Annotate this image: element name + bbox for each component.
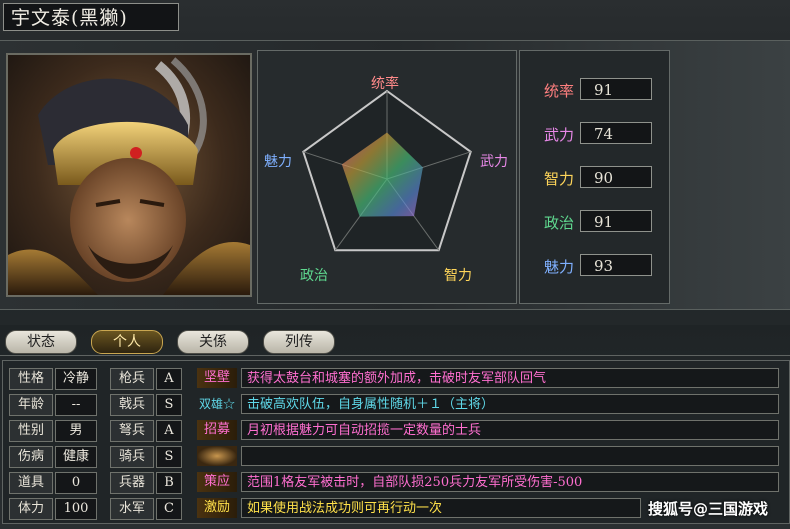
aptitude-label: 兵器 <box>110 472 154 494</box>
aptitude-grade: A <box>156 368 182 390</box>
personal-value: 男 <box>55 420 97 442</box>
aptitude-label: 戟兵 <box>110 394 154 416</box>
skill-name[interactable]: 招募 <box>197 420 237 440</box>
skill-name[interactable]: 激励 <box>197 498 237 518</box>
stat-value: 91 <box>580 78 652 100</box>
personal-value: 100 <box>55 498 97 520</box>
stat-row-intelligence: 智力 90 <box>520 166 669 190</box>
personal-value: 0 <box>55 472 97 494</box>
tab-relations[interactable]: 关係 <box>177 330 249 354</box>
radar-label-leadership: 统率 <box>371 76 399 92</box>
personal-label: 道具 <box>9 472 53 494</box>
attribute-stats-panel: 统率 91 武力 74 智力 90 政治 91 魅力 93 <box>519 50 670 304</box>
stat-value: 93 <box>580 254 652 276</box>
radar-label-intelligence: 智力 <box>444 268 472 284</box>
stat-row-charisma: 魅力 93 <box>520 254 669 278</box>
tab-divider <box>0 355 790 356</box>
skill-name[interactable]: 双雄☆ <box>197 394 237 414</box>
empty-skill-slot[interactable] <box>197 446 237 466</box>
radar-label-politics: 政治 <box>300 268 328 284</box>
portrait-illustration <box>8 57 250 295</box>
stat-label: 政治 <box>544 214 575 232</box>
radar-label-charisma: 魅力 <box>264 154 292 170</box>
personal-label: 伤病 <box>9 446 53 468</box>
tab-personal[interactable]: 个人 <box>91 330 163 354</box>
stat-value: 90 <box>580 166 652 188</box>
personal-value: -- <box>55 394 97 416</box>
personal-value: 冷静 <box>55 368 97 390</box>
stat-row-politics: 政治 91 <box>520 210 669 234</box>
personal-label: 体力 <box>9 498 53 520</box>
aptitude-label: 枪兵 <box>110 368 154 390</box>
officer-name-title: 宇文泰(黑獭) <box>3 3 179 31</box>
aptitude-grade: C <box>156 498 182 520</box>
aptitude-label: 骑兵 <box>110 446 154 468</box>
stat-row-leadership: 统率 91 <box>520 78 669 102</box>
aptitude-grade: S <box>156 394 182 416</box>
stat-label: 武力 <box>544 126 575 144</box>
stat-row-war: 武力 74 <box>520 122 669 146</box>
skill-description: 范围1格友军被击时，自部队损250兵力友军所受伤害-500 <box>241 472 779 492</box>
aptitude-grade: S <box>156 446 182 468</box>
stat-label: 统率 <box>544 82 575 100</box>
personal-label: 性格 <box>9 368 53 390</box>
skill-description: 如果使用战法成功则可再行动一次 <box>241 498 641 518</box>
officer-portrait <box>6 53 252 297</box>
skill-description <box>241 446 779 466</box>
personal-label: 性别 <box>9 420 53 442</box>
skill-name[interactable]: 坚壁 <box>197 368 237 388</box>
stat-value: 91 <box>580 210 652 232</box>
aptitude-grade: B <box>156 472 182 494</box>
skill-description: 击破高欢队伍，自身属性随机＋１（主将） <box>241 394 779 414</box>
stat-label: 魅力 <box>544 258 575 276</box>
skill-name[interactable]: 策应 <box>197 472 237 492</box>
tab-status[interactable]: 状态 <box>5 330 77 354</box>
watermark-text: 搜狐号@三国游戏 <box>648 500 769 518</box>
stat-value: 74 <box>580 122 652 144</box>
radar-label-war: 武力 <box>480 154 508 170</box>
personal-value: 健康 <box>55 446 97 468</box>
skill-description: 获得太鼓台和城塞的额外加成，击破时友军部队回气 <box>241 368 779 388</box>
personal-label: 年龄 <box>9 394 53 416</box>
attribute-radar-panel: 统率 武力 智力 政治 魅力 <box>257 50 517 304</box>
aptitude-label: 弩兵 <box>110 420 154 442</box>
aptitude-grade: A <box>156 420 182 442</box>
tab-biography[interactable]: 列传 <box>263 330 335 354</box>
skill-description: 月初根据魅力可自动招揽一定数量的士兵 <box>241 420 779 440</box>
stat-label: 智力 <box>544 170 575 188</box>
aptitude-label: 水军 <box>110 498 154 520</box>
